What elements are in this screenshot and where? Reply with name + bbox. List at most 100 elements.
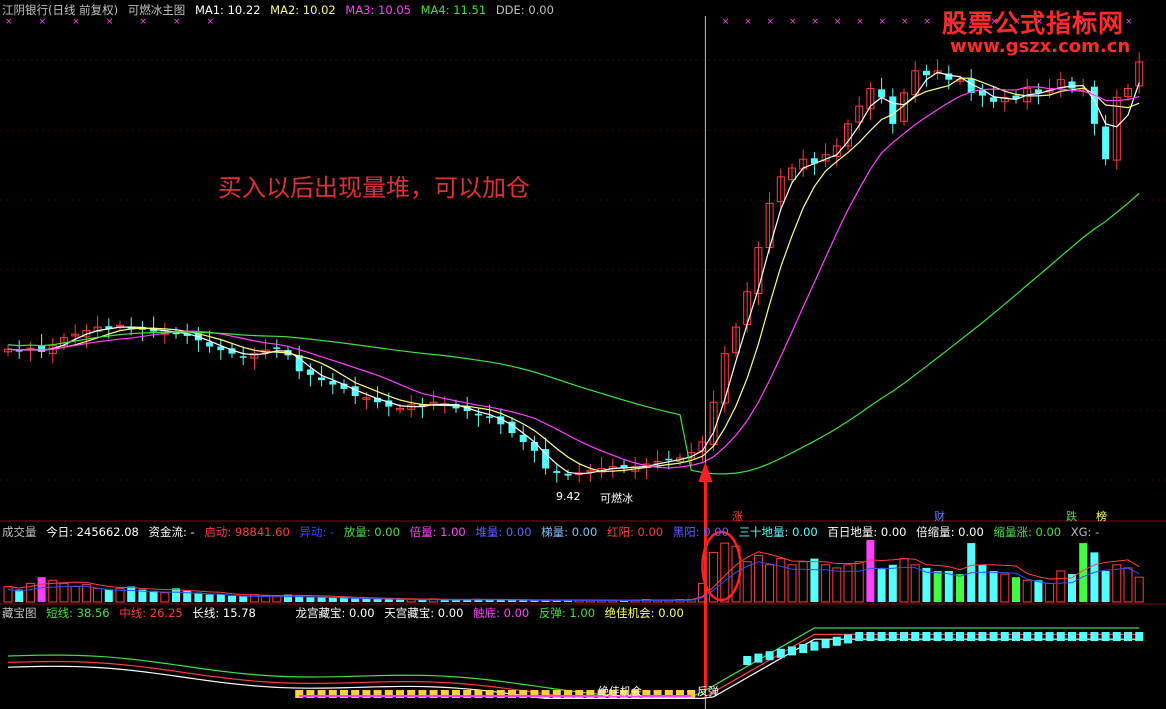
volume-dishiliang: 三十地量: 0.00: [738, 525, 818, 539]
ma3-value: MA3: 10.05: [345, 3, 411, 17]
volume-bar: [866, 540, 875, 602]
candle-body: [553, 471, 561, 473]
volume-bar: [1090, 552, 1099, 602]
volume-fangliang: 放量: 0.00: [343, 525, 400, 539]
volume-bar: [1123, 567, 1133, 603]
signal-marker: ×: [811, 17, 819, 27]
zone-block-cyan: [1124, 632, 1132, 641]
indicator-name[interactable]: 可燃冰主图: [128, 3, 186, 17]
event-tag-bang[interactable]: 榜: [1096, 508, 1107, 524]
zone-block-cyan: [989, 632, 998, 641]
volume-bar: [877, 567, 886, 602]
signal-marker: ×: [1125, 17, 1133, 27]
zone-block-cyan: [1101, 632, 1110, 641]
volume-bar: [1045, 582, 1055, 603]
volume-fund-flow: 资金流: -: [148, 525, 195, 539]
bottom-longgong: 龙宫藏宝: 0.00: [295, 606, 375, 620]
chart-canvas: × × × × × × × × × × × × × × × × × × × × × × × × × ×: [0, 16, 1166, 709]
volume-panel-header: 成交量 今日: 245662.08 资金流: - 启动: 98841.60 异动…: [2, 524, 1105, 540]
volume-bar: [1101, 571, 1110, 602]
event-tag-die[interactable]: 跌: [1066, 508, 1077, 524]
zone-block-cyan: [1000, 632, 1009, 641]
bottom-panel-header: 藏宝图 短线: 38.56 中线: 26.25 长线: 15.78 龙宫藏宝: …: [2, 605, 690, 621]
zone-block-cyan: [743, 656, 752, 665]
volume-tiliang: 梯量: 0.00: [541, 525, 598, 539]
bottom-long-line: 长线: 15.78: [192, 606, 256, 620]
zone-block-cyan: [888, 632, 897, 641]
volume-bar: [216, 594, 225, 602]
zone-block-cyan: [844, 634, 852, 644]
zone-block-cyan: [900, 632, 908, 641]
candle-body: [239, 356, 247, 358]
event-tag-cai[interactable]: 财: [934, 508, 945, 524]
volume-bar: [172, 588, 180, 602]
zone-block-cyan: [944, 632, 953, 641]
volume-bar: [832, 567, 842, 603]
signal-marker: ×: [856, 17, 864, 27]
signal-marker: ×: [72, 17, 80, 27]
volume-duiliang: 堆量: 0.00: [475, 525, 532, 539]
signal-marker: ×: [207, 17, 215, 27]
volume-bar: [239, 595, 248, 602]
bottom-short-line: 短线: 38.56: [46, 606, 110, 620]
zone-block-cyan: [776, 648, 785, 658]
stock-name[interactable]: 江阴银行(日线 前复权): [2, 3, 118, 17]
kerosene-signal-label: 可燃冰: [600, 492, 633, 505]
zone-block-cyan: [866, 632, 875, 641]
volume-bar: [104, 589, 113, 602]
volume-bar: [249, 594, 259, 603]
volume-bar: [798, 561, 808, 603]
zone-block-cyan: [1034, 632, 1043, 641]
signal-marker: ×: [744, 17, 752, 27]
candle-body: [990, 97, 998, 102]
volume-bar: [843, 564, 853, 603]
ma1-line: [7, 71, 1140, 475]
candle-body: [206, 342, 214, 347]
dde-value: DDE: 0.00: [495, 3, 554, 17]
volume-title[interactable]: 成交量: [2, 525, 37, 539]
zone-block-cyan: [967, 632, 976, 641]
volume-bar: [351, 598, 360, 602]
signal-marker: ×: [789, 17, 797, 27]
candle-body: [530, 441, 538, 451]
volume-bairi: 百日地量: 0.00: [827, 525, 907, 539]
main-chart-header: 江阴银行(日线 前复权) 可燃冰主图 MA1: 10.22 MA2: 10.02…: [2, 2, 560, 18]
volume-bar: [1034, 580, 1043, 602]
volume-bar: [944, 571, 953, 602]
volume-bar: [160, 592, 170, 603]
signal-marker: ×: [39, 17, 47, 27]
zone-block-cyan: [1012, 632, 1020, 641]
volume-beisuo: 倍缩量: 0.00: [916, 525, 984, 539]
bottom-title[interactable]: 藏宝图: [2, 606, 37, 620]
zone-block-cyan: [911, 632, 920, 641]
annotation-text: 买入以后出现量堆，可以加仓: [218, 174, 530, 202]
zone-block-cyan: [855, 632, 864, 641]
volume-bar: [3, 586, 13, 603]
event-tag-zhang[interactable]: 涨: [732, 508, 743, 524]
volume-bar: [910, 564, 920, 603]
candle-body: [486, 416, 494, 418]
watermark-title: 股票公式指标网: [942, 9, 1125, 38]
candle-body: [922, 70, 930, 76]
zone-block-cyan: [1135, 632, 1144, 641]
volume-today: 今日: 245662.08: [46, 525, 139, 539]
zone-block-cyan: [1056, 632, 1065, 641]
zone-block-cyan: [1068, 632, 1076, 641]
bottom-jiajia: 绝佳机会: 0.00: [604, 606, 684, 620]
candle-body: [564, 473, 572, 476]
ma2-line: [7, 77, 1140, 473]
zone-block-cyan: [799, 644, 808, 653]
candle-body: [318, 377, 326, 381]
bottom-chudi: 触底: 0.00: [473, 606, 530, 620]
signal-marker: ×: [5, 17, 13, 27]
candle-body: [889, 96, 897, 124]
jiajia-label: 绝佳机会: [598, 685, 642, 698]
volume-bar: [127, 586, 136, 602]
signal-marker: ×: [834, 17, 842, 27]
ma2-value: MA2: 10.02: [270, 3, 336, 17]
zone-block-cyan: [1079, 632, 1088, 641]
zone-block-cyan: [922, 632, 931, 641]
volume-bar: [205, 594, 214, 602]
ma1-value: MA1: 10.22: [194, 3, 261, 17]
volume-heiyang: 黑阳: 0.00: [672, 525, 729, 539]
